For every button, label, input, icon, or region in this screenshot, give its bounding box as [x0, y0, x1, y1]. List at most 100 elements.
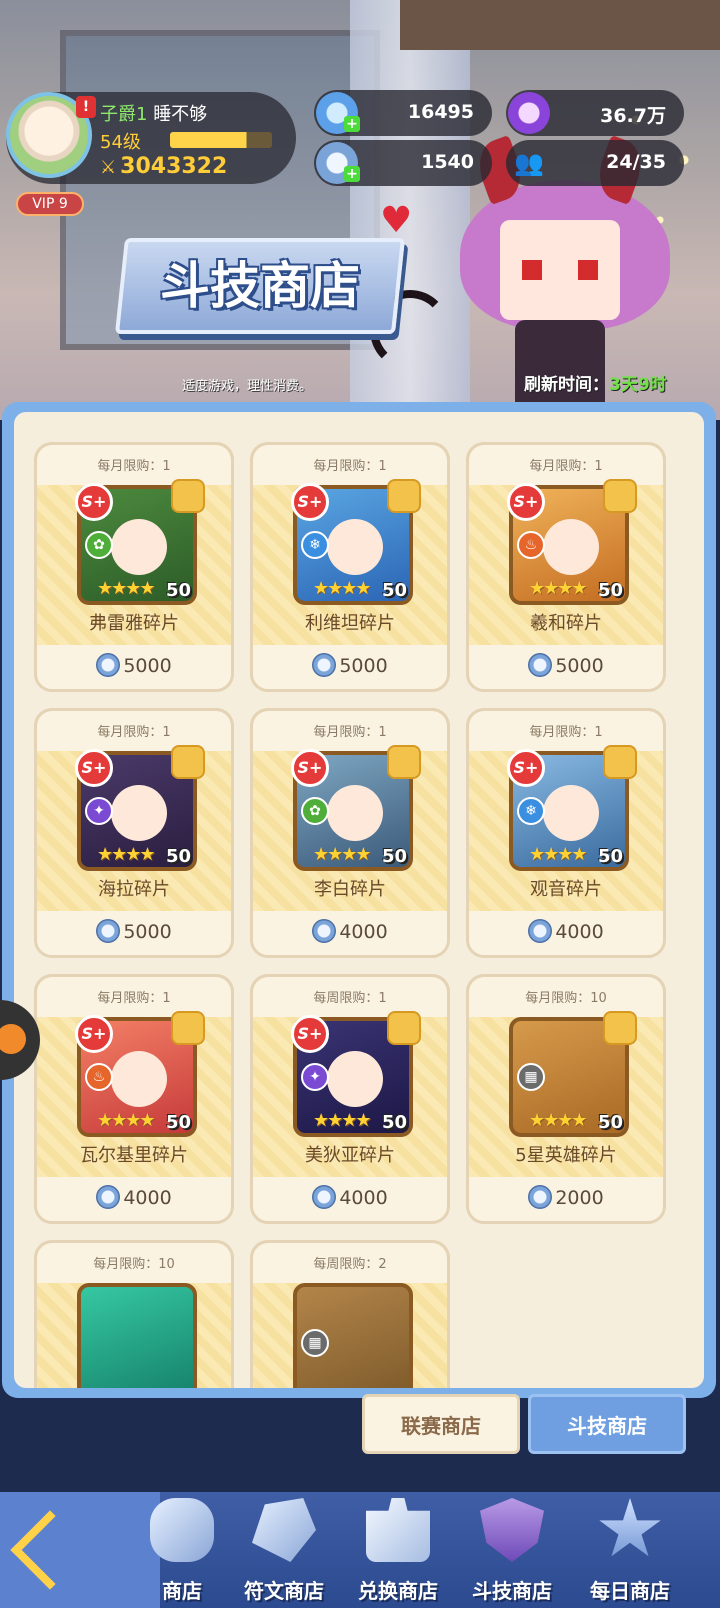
item-price[interactable]: 5000: [37, 653, 231, 677]
shop-icon: [150, 1498, 214, 1562]
puzzle-piece-icon: [171, 745, 205, 779]
item-name: 弗雷雅碎片: [89, 613, 179, 634]
nav-item-shop[interactable]: 商店: [124, 1492, 240, 1608]
members-counter[interactable]: 👥 24/35: [506, 140, 684, 186]
item-price[interactable]: 4000: [253, 1185, 447, 1209]
tab-league-shop[interactable]: 联赛商店: [362, 1394, 520, 1454]
puzzle-piece-icon: [603, 745, 637, 779]
arena-coin-icon: [528, 1185, 553, 1209]
item-price[interactable]: 2000: [469, 1185, 663, 1209]
back-arrow-icon: [10, 1510, 90, 1590]
nav-item-daily-shop[interactable]: 每日商店: [572, 1492, 688, 1608]
grade-badge: S+: [291, 1015, 329, 1053]
item-name: 瓦尔基里碎片: [80, 1145, 188, 1166]
hero-portrait: [327, 1051, 383, 1107]
nav-label-exchange-shop: 兑换商店: [358, 1579, 438, 1603]
shop-item-card[interactable]: 每月限购：1 S+ ✦ ★★★★ 50 海拉碎片 5000: [34, 708, 234, 958]
price-value: 4000: [339, 1187, 388, 1209]
item-price[interactable]: 5000: [253, 653, 447, 677]
item-thumbnail[interactable]: S+ ✦ ★★★★ 50: [75, 745, 205, 871]
diamond-value: 16495: [407, 101, 474, 123]
item-price[interactable]: 4000: [469, 919, 663, 943]
shop-title-banner: 斗技商店: [114, 238, 406, 334]
item-thumbnail[interactable]: [77, 1283, 197, 1388]
price-value: 4000: [339, 921, 388, 943]
grid-icon: ▦: [517, 1063, 545, 1091]
shop-item-card[interactable]: 每月限购：1 S+ ✿ ★★★★ 50 弗雷雅碎片 5000: [34, 442, 234, 692]
item-thumbnail[interactable]: S+ ✿ ★★★★ 50: [291, 745, 421, 871]
nav-item-exchange-shop[interactable]: 兑换商店: [340, 1492, 456, 1608]
nav-label-rune-shop: 符文商店: [244, 1579, 324, 1603]
purple-gem-counter[interactable]: 36.7万: [506, 90, 684, 136]
shop-item-card[interactable]: 每月限购：1 S+ ♨ ★★★★ 50 羲和碎片 5000: [466, 442, 666, 692]
arena-coin-counter[interactable]: + 1540: [314, 140, 492, 186]
grade-badge: S+: [507, 483, 545, 521]
item-thumbnail[interactable]: S+ ❄ ★★★★ 50: [291, 479, 421, 605]
arena-coin-icon: [528, 919, 553, 943]
hero-portrait: [543, 519, 599, 575]
add-arena-coin-button[interactable]: +: [344, 166, 360, 182]
diamond-counter[interactable]: + 16495: [314, 90, 492, 136]
nav-label-shop: 商店: [162, 1579, 202, 1603]
purple-gem-icon: [508, 92, 550, 134]
item-thumbnail[interactable]: ▦ ★★★★ 50: [509, 1011, 637, 1137]
shop-grid[interactable]: 每月限购：1 S+ ✿ ★★★★ 50 弗雷雅碎片 5000 每月限购：1 S+ ❄ ★★★★ 50 利…: [14, 412, 704, 1388]
arena-coin-icon: [312, 653, 337, 677]
grade-badge: S+: [75, 749, 113, 787]
purchase-limit: 每月限购：1: [313, 725, 387, 740]
shop-item-card[interactable]: 每月限购：10 ▦ ★★★★ 50 5星英雄碎片 2000: [466, 974, 666, 1224]
item-name: 美狄亚碎片: [305, 1145, 395, 1166]
shop-item-card[interactable]: 每月限购：1 S+ ❄ ★★★★ 50 利维坦碎片 5000: [250, 442, 450, 692]
shop-panel: 每月限购：1 S+ ✿ ★★★★ 50 弗雷雅碎片 5000 每月限购：1 S+ ❄ ★★★★ 50 利…: [2, 402, 716, 1398]
tab-arena-shop[interactable]: 斗技商店: [528, 1394, 686, 1454]
hero-body: [515, 320, 605, 410]
shop-item-card[interactable]: 每月限购：1 S+ ✿ ★★★★ 50 李白碎片 4000: [250, 708, 450, 958]
item-thumbnail[interactable]: S+ ✦ ★★★★ 50: [291, 1011, 421, 1137]
dark-icon: ✦: [301, 1063, 329, 1091]
item-level: 50: [165, 1112, 191, 1133]
shop-item-card[interactable]: 每周限购：1 S+ ✦ ★★★★ 50 美狄亚碎片 4000: [250, 974, 450, 1224]
power-value: 3043322: [120, 154, 228, 179]
swords-icon: ⚔: [100, 157, 117, 178]
item-thumbnail[interactable]: S+ ✿ ★★★★ 50: [75, 479, 205, 605]
arena-coin-icon: [96, 919, 121, 943]
refresh-timer: 刷新时间：3天9时: [524, 370, 667, 395]
shop-item-card[interactable]: 每月限购：1 S+ ♨ ★★★★ 50 瓦尔基里碎片 4000: [34, 974, 234, 1224]
item-price[interactable]: 5000: [37, 919, 231, 943]
nature-icon: ✿: [85, 531, 113, 559]
puzzle-piece-icon: [171, 1011, 205, 1045]
item-thumbnail[interactable]: S+ ❄ ★★★★ 50: [507, 745, 637, 871]
shop-item-card[interactable]: 每周限购：2 ▦: [250, 1240, 450, 1388]
item-thumbnail[interactable]: S+ ♨ ★★★★ 50: [507, 479, 637, 605]
nav-item-arena-shop[interactable]: 斗技商店: [454, 1492, 570, 1608]
arena-coin-value: 1540: [421, 151, 474, 173]
grade-badge: S+: [75, 1015, 113, 1053]
item-thumbnail[interactable]: S+ ♨ ★★★★ 50: [75, 1011, 205, 1137]
purchase-limit: 每周限购：2: [313, 1257, 387, 1272]
purple-gem-value: 36.7万: [600, 105, 666, 127]
puzzle-piece-icon: [171, 479, 205, 513]
shop-item-card[interactable]: 每月限购：10: [34, 1240, 234, 1388]
player-avatar[interactable]: !: [6, 92, 96, 178]
hero-portrait: [543, 785, 599, 841]
vip-badge[interactable]: VIP 9: [16, 192, 84, 216]
item-price[interactable]: 4000: [37, 1185, 231, 1209]
item-price[interactable]: 5000: [469, 653, 663, 677]
price-value: 5000: [555, 655, 604, 677]
add-diamond-button[interactable]: +: [344, 116, 360, 132]
item-name: 5星英雄碎片: [515, 1145, 617, 1166]
item-level: 50: [381, 846, 407, 867]
grade-badge: S+: [507, 749, 545, 787]
player-name: 睡不够: [153, 104, 208, 125]
shop-item-card[interactable]: 每月限购：1 S+ ❄ ★★★★ 50 观音碎片 4000: [466, 708, 666, 958]
water-icon: ❄: [301, 531, 329, 559]
refresh-time: 3天9时: [609, 375, 667, 395]
arena-coin-icon: [96, 1185, 121, 1209]
item-name: 观音碎片: [530, 879, 602, 900]
item-thumbnail[interactable]: ▦: [293, 1283, 413, 1388]
item-name: 羲和碎片: [530, 613, 602, 634]
nav-item-rune-shop[interactable]: 符文商店: [226, 1492, 342, 1608]
item-price[interactable]: 4000: [253, 919, 447, 943]
puzzle-piece-icon: [603, 479, 637, 513]
purchase-limit: 每周限购：1: [313, 991, 387, 1006]
